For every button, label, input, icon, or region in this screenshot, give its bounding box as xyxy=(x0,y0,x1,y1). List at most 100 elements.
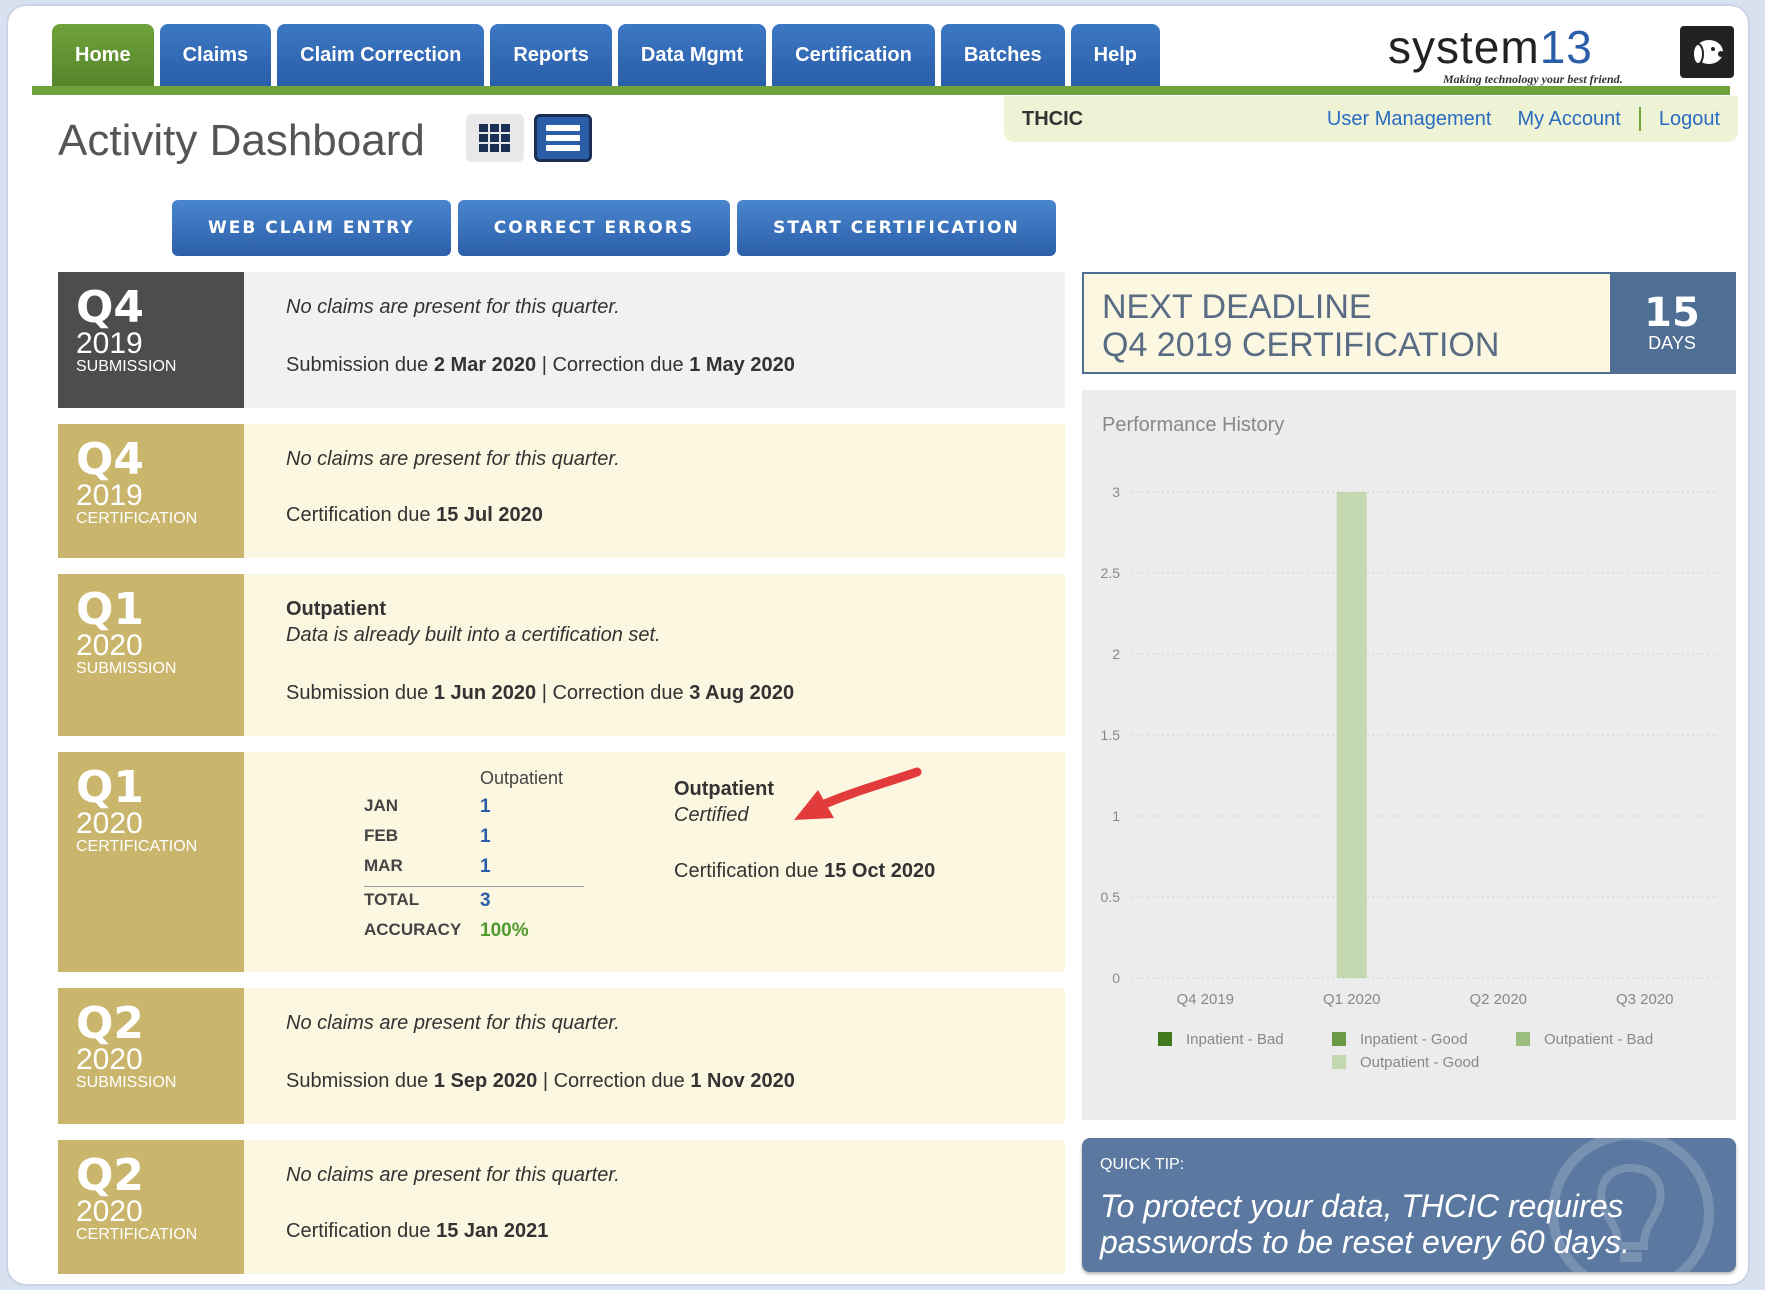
deadline-name: Q4 2019 CERTIFICATION xyxy=(1102,326,1500,364)
tab-claim-correction[interactable]: Claim Correction xyxy=(277,24,485,86)
quarter-row[interactable]: Q2 2020 CERTIFICATION No claims are pres… xyxy=(58,1140,1065,1274)
month-label: FEB xyxy=(364,826,398,845)
legend-label: Inpatient - Bad xyxy=(1186,1031,1284,1048)
system13-logo[interactable]: system13 Making technology your best fri… xyxy=(1388,20,1738,90)
list-view-button[interactable] xyxy=(534,114,592,162)
tab-certification[interactable]: Certification xyxy=(772,24,935,86)
days-remaining: 15 DAYS xyxy=(1610,274,1734,372)
month-count[interactable]: 1 xyxy=(480,796,491,818)
quarter-kind: SUBMISSION xyxy=(76,1074,177,1091)
table-row: JAN 1 xyxy=(364,796,584,824)
quarter-details: No claims are present for this quarter. … xyxy=(244,424,1065,558)
total-count[interactable]: 3 xyxy=(480,890,491,912)
quarter-kind: CERTIFICATION xyxy=(76,1226,198,1243)
performance-history-panel: Performance History 0 0.5 1 1.5 2 2.5 3 Q4 2019… xyxy=(1082,390,1736,1120)
quarter-details: No claims are present for this quarter. … xyxy=(244,988,1065,1124)
tab-home[interactable]: Home xyxy=(52,24,154,86)
quarter-badge: Q1 2020 SUBMISSION xyxy=(58,574,244,736)
logo-tagline: Making technology your best friend. xyxy=(1443,72,1623,86)
quarter-label: Q1 xyxy=(76,584,145,635)
tab-batches[interactable]: Batches xyxy=(940,24,1065,86)
x-tick-label: Q3 2020 xyxy=(1616,991,1674,1008)
accuracy-label: ACCURACY xyxy=(364,920,462,939)
link-divider xyxy=(1638,107,1641,131)
table-divider xyxy=(364,886,584,887)
correct-errors-button[interactable]: CORRECT ERRORS xyxy=(457,200,731,256)
tab-claims[interactable]: Claims xyxy=(159,24,272,86)
quarter-row[interactable]: Q4 2019 CERTIFICATION No claims are pres… xyxy=(58,424,1065,558)
quarter-due-dates: Certification due 15 Jul 2020 xyxy=(286,504,543,526)
quarter-row[interactable]: Q1 2020 SUBMISSION Outpatient Data is al… xyxy=(58,574,1065,736)
quarter-due-dates: Certification due 15 Jan 2021 xyxy=(286,1220,549,1242)
quarter-row[interactable]: Q4 2019 SUBMISSION No claims are present… xyxy=(58,272,1065,408)
legend-swatch xyxy=(1158,1032,1172,1046)
main-nav: Home Claims Claim Correction Reports Dat… xyxy=(52,24,1160,86)
quarter-badge: Q1 2020 CERTIFICATION xyxy=(58,752,244,972)
quarter-year: 2019 xyxy=(76,479,143,512)
quarter-year: 2020 xyxy=(76,629,143,662)
quarter-note: No claims are present for this quarter. xyxy=(286,296,620,318)
y-tick-label: 2 xyxy=(1112,646,1120,662)
days-unit: DAYS xyxy=(1648,332,1696,353)
y-tick-label: 2.5 xyxy=(1101,565,1121,581)
y-tick-label: 3 xyxy=(1112,484,1120,500)
deadline-text: NEXT DEADLINE Q4 2019 CERTIFICATION xyxy=(1084,274,1610,372)
quarter-note: No claims are present for this quarter. xyxy=(286,448,620,470)
quarter-row[interactable]: Q2 2020 SUBMISSION No claims are present… xyxy=(58,988,1065,1124)
month-label: MAR xyxy=(364,856,403,875)
tip-message: To protect your data, THCIC requires pas… xyxy=(1100,1188,1631,1260)
start-certification-button[interactable]: START CERTIFICATION xyxy=(737,200,1056,256)
dog-logo-icon xyxy=(1680,26,1734,78)
quarter-row[interactable]: Q1 2020 CERTIFICATION Outpatient JAN 1 F… xyxy=(58,752,1065,972)
chart-bar xyxy=(1336,492,1367,978)
month-label: JAN xyxy=(364,796,399,815)
days-count: 15 xyxy=(1644,289,1700,336)
tab-reports[interactable]: Reports xyxy=(490,24,612,86)
logout-link[interactable]: Logout xyxy=(1659,108,1720,131)
y-tick-label: 1 xyxy=(1112,808,1120,824)
legend-label: Outpatient - Good xyxy=(1360,1054,1479,1071)
legend-label: Inpatient - Good xyxy=(1360,1031,1468,1048)
quarter-year: 2020 xyxy=(76,1043,143,1076)
logo-wordmark: system13 xyxy=(1388,21,1593,73)
performance-chart: 0 0.5 1 1.5 2 2.5 3 Q4 2019 Q1 2020 Q2 2020 Q3 202… xyxy=(1101,484,1718,1071)
quarter-heading: Outpatient xyxy=(674,778,774,800)
quarter-note: No claims are present for this quarter. xyxy=(286,1164,620,1186)
month-count[interactable]: 1 xyxy=(480,826,491,848)
tab-data-mgmt[interactable]: Data Mgmt xyxy=(617,24,767,86)
quarter-details: Outpatient JAN 1 FEB 1 MAR 1 TOTAL 3 ACC… xyxy=(244,752,1065,972)
quarter-badge: Q4 2019 CERTIFICATION xyxy=(58,424,244,558)
quarter-note: No claims are present for this quarter. xyxy=(286,1012,620,1034)
quarter-kind: SUBMISSION xyxy=(76,660,177,677)
app-frame: Home Claims Claim Correction Reports Dat… xyxy=(8,6,1748,1284)
quarter-label: Q2 xyxy=(76,998,145,1049)
grid-view-button[interactable] xyxy=(466,114,524,162)
quarter-details: No claims are present for this quarter. … xyxy=(244,1140,1065,1274)
y-tick-label: 0 xyxy=(1112,970,1120,986)
user-management-link[interactable]: User Management xyxy=(1327,108,1492,131)
legend-swatch xyxy=(1516,1032,1530,1046)
quarter-badge: Q2 2020 CERTIFICATION xyxy=(58,1140,244,1274)
quarter-due-dates: Certification due 15 Oct 2020 xyxy=(674,860,936,882)
next-deadline-card[interactable]: NEXT DEADLINE Q4 2019 CERTIFICATION 15 D… xyxy=(1082,272,1736,374)
legend-label: Outpatient - Bad xyxy=(1544,1031,1653,1048)
quarter-label: Q4 xyxy=(76,434,145,485)
month-count[interactable]: 1 xyxy=(480,856,491,878)
x-tick-label: Q4 2019 xyxy=(1176,991,1234,1008)
quarter-note: Data is already built into a certificati… xyxy=(286,624,661,646)
quarter-details: No claims are present for this quarter. … xyxy=(244,272,1065,408)
table-header: Outpatient xyxy=(480,768,564,788)
web-claim-entry-button[interactable]: WEB CLAIM ENTRY xyxy=(172,200,451,256)
deadline-label: NEXT DEADLINE xyxy=(1102,288,1372,326)
quarter-due-dates: Submission due 2 Mar 2020 | Correction d… xyxy=(286,354,795,376)
account-links: User Management My Account Logout xyxy=(1327,107,1720,131)
quick-tip-panel: QUICK TIP: To protect your data, THCIC r… xyxy=(1082,1138,1736,1272)
quarter-due-dates: Submission due 1 Jun 2020 | Correction d… xyxy=(286,682,795,704)
table-row: FEB 1 xyxy=(364,826,584,854)
certification-status: Certified xyxy=(674,804,749,826)
quarter-label: Q4 xyxy=(76,282,145,333)
my-account-link[interactable]: My Account xyxy=(1517,108,1620,131)
tab-help[interactable]: Help xyxy=(1070,24,1160,86)
x-tick-label: Q2 2020 xyxy=(1469,991,1527,1008)
quarter-kind: CERTIFICATION xyxy=(76,510,198,527)
